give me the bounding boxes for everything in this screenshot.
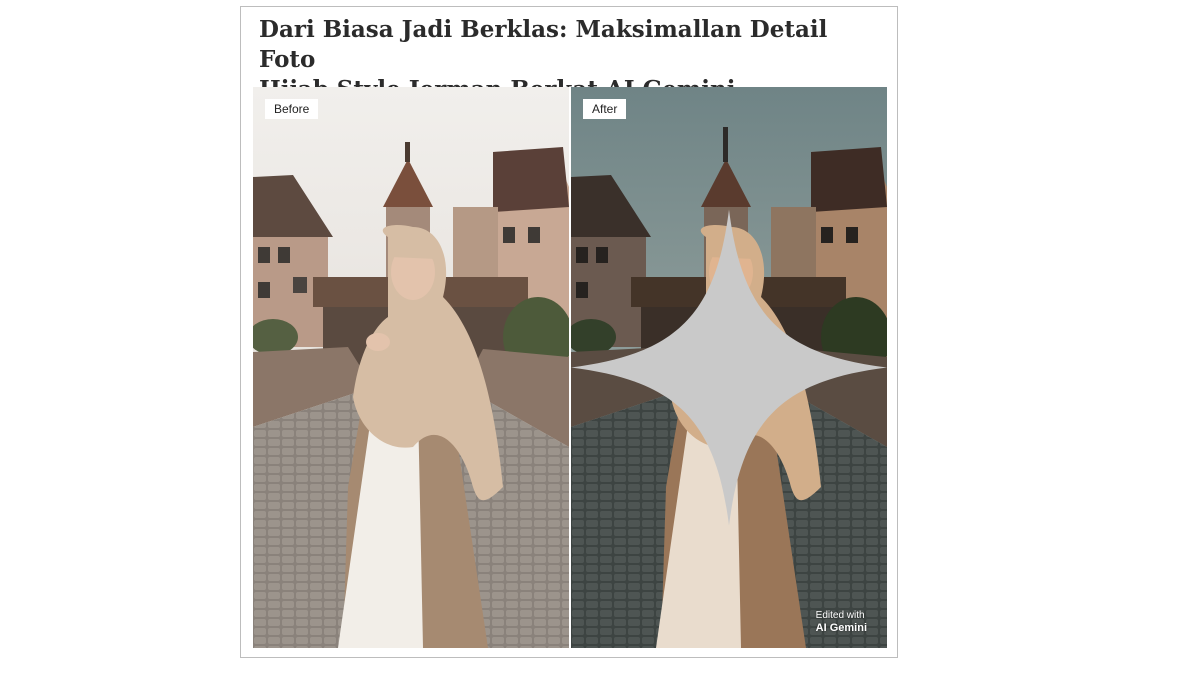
before-photo-image — [253, 87, 569, 648]
title-line-1: Dari Biasa Jadi Berklas: Maksimallan Det… — [259, 16, 828, 73]
before-label: Before — [265, 99, 319, 119]
after-photo: After Edited with AI Gemini — [571, 87, 887, 648]
before-photo: Before — [253, 87, 569, 648]
article-card: Dari Biasa Jadi Berklas: Maksimallan Det… — [240, 6, 898, 658]
sparkle-icon — [571, 209, 887, 526]
